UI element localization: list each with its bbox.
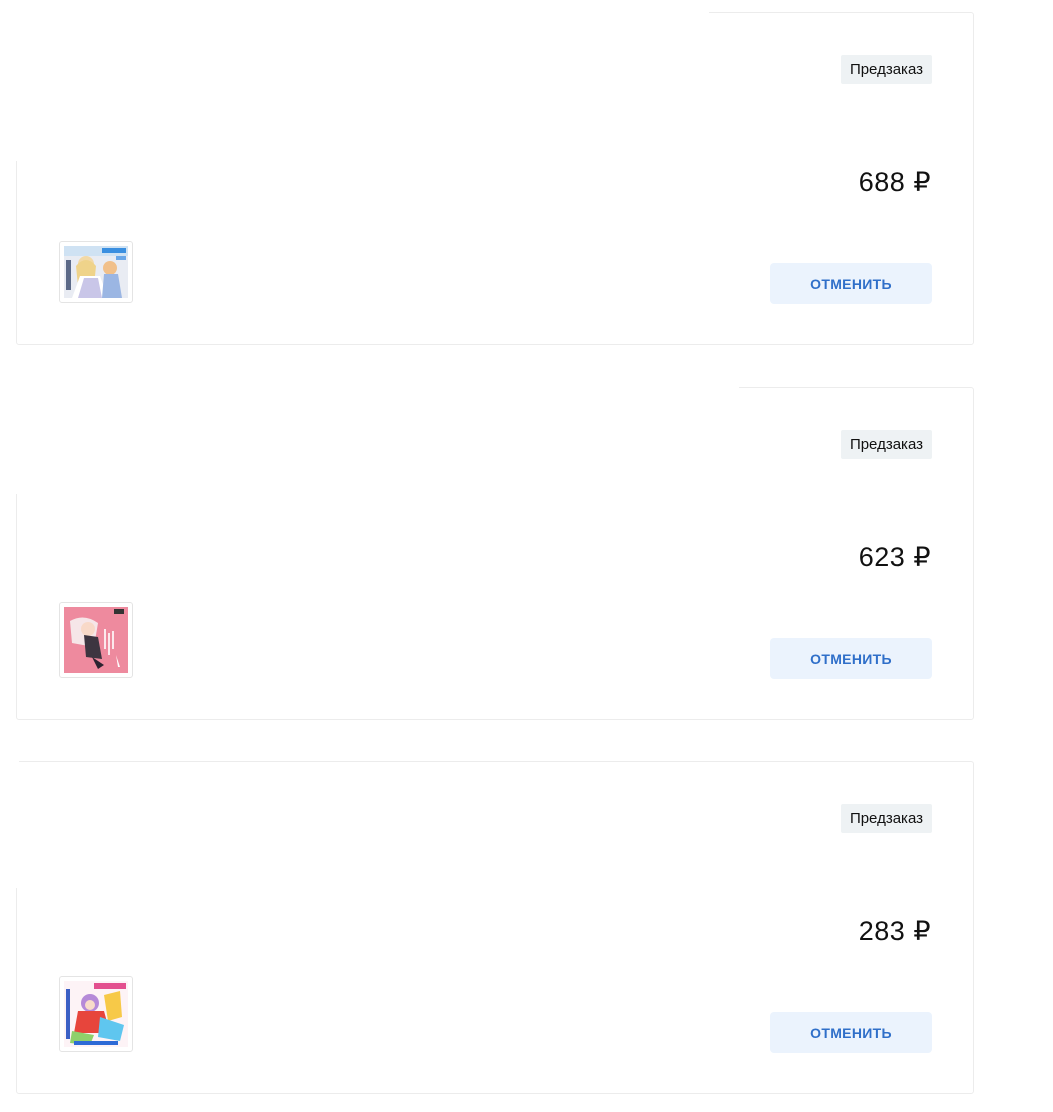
product-thumbnail[interactable] bbox=[59, 602, 133, 678]
order-card: Предзаказ 688 ₽ ОТМЕНИТЬ bbox=[15, 11, 974, 345]
card-border-mask bbox=[15, 386, 739, 390]
manga-cover-image bbox=[64, 607, 128, 673]
status-badge: Предзаказ bbox=[840, 804, 932, 833]
product-thumbnail[interactable] bbox=[59, 976, 133, 1052]
order-price: 283 ₽ bbox=[858, 916, 931, 946]
card-border-mask bbox=[15, 760, 19, 888]
manga-cover-image bbox=[64, 246, 128, 298]
cancel-button[interactable]: ОТМЕНИТЬ bbox=[770, 263, 932, 304]
orders-list: Предзаказ 688 ₽ ОТМЕНИТЬ Предзаказ 623 ₽ bbox=[0, 0, 1053, 1112]
status-badge: Предзаказ bbox=[840, 55, 932, 84]
card-border-mask bbox=[15, 386, 19, 494]
order-card: Предзаказ 623 ₽ ОТМЕНИТЬ bbox=[15, 386, 974, 720]
manga-cover-image bbox=[64, 981, 128, 1047]
order-price: 688 ₽ bbox=[858, 167, 931, 197]
product-thumbnail[interactable] bbox=[59, 241, 133, 303]
card-border-mask bbox=[15, 11, 19, 161]
card-border-mask bbox=[15, 11, 709, 15]
cancel-button[interactable]: ОТМЕНИТЬ bbox=[770, 638, 932, 679]
order-card: Предзаказ 283 ₽ ОТМЕНИТЬ bbox=[15, 760, 974, 1094]
order-price: 623 ₽ bbox=[858, 542, 931, 572]
status-badge: Предзаказ bbox=[840, 430, 932, 459]
cancel-button[interactable]: ОТМЕНИТЬ bbox=[770, 1012, 932, 1053]
